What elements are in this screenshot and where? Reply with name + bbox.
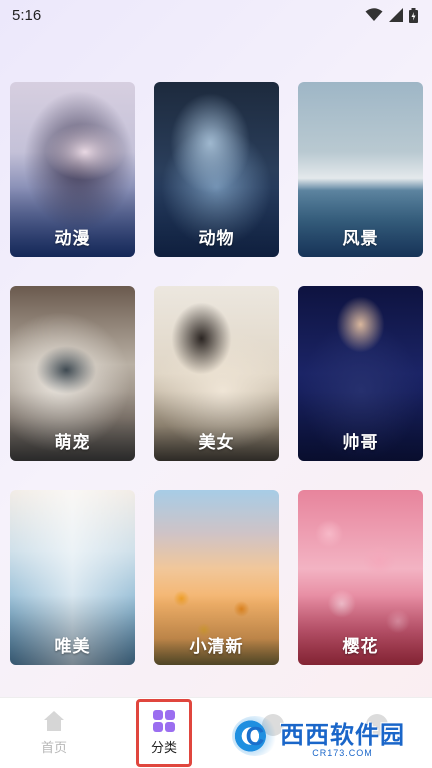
home-icon	[43, 711, 65, 731]
category-grid: 动漫 动物 风景 萌宠 美女 帅哥 唯美 小清新 樱花	[10, 82, 424, 665]
battery-icon	[409, 7, 418, 23]
cell-signal-icon	[389, 8, 403, 22]
category-card-scenery[interactable]: 风景	[298, 82, 423, 257]
status-time: 5:16	[12, 6, 42, 24]
category-label: 动漫	[54, 229, 91, 248]
category-card-anime[interactable]: 动漫	[10, 82, 135, 257]
category-card-animal[interactable]: 动物	[154, 82, 279, 257]
category-card-sakura[interactable]: 樱花	[298, 490, 423, 665]
category-label: 唯美	[54, 637, 91, 656]
category-card-cute-pet[interactable]: 萌宠	[10, 286, 135, 461]
category-label: 动物	[198, 229, 235, 248]
wifi-icon	[365, 8, 383, 21]
watermark-url: CR173.COM	[312, 747, 373, 758]
watermark-title: 西西软件园	[280, 721, 405, 749]
category-label: 樱花	[342, 637, 379, 656]
category-card-fresh[interactable]: 小清新	[154, 490, 279, 665]
category-card-beauty[interactable]: 美女	[154, 286, 279, 461]
status-icons	[365, 7, 418, 23]
category-label: 美女	[198, 433, 235, 452]
status-bar: 5:16	[0, 0, 432, 30]
nav-category[interactable]: 分类	[136, 699, 192, 767]
nav-home-label: 首页	[40, 740, 67, 755]
category-card-handsome[interactable]: 帅哥	[298, 286, 423, 461]
category-label: 萌宠	[54, 433, 91, 452]
category-label: 帅哥	[342, 433, 379, 452]
watermark-logo-icon: C	[232, 716, 278, 756]
watermark: C 西西软件园 CR173.COM	[232, 714, 412, 758]
nav-home[interactable]: 首页	[14, 698, 94, 768]
category-card-aesthetic[interactable]: 唯美	[10, 490, 135, 665]
category-label: 小清新	[189, 637, 244, 656]
category-grid-icon	[153, 710, 175, 732]
nav-category-label: 分类	[150, 740, 177, 755]
category-label: 风景	[342, 229, 379, 248]
